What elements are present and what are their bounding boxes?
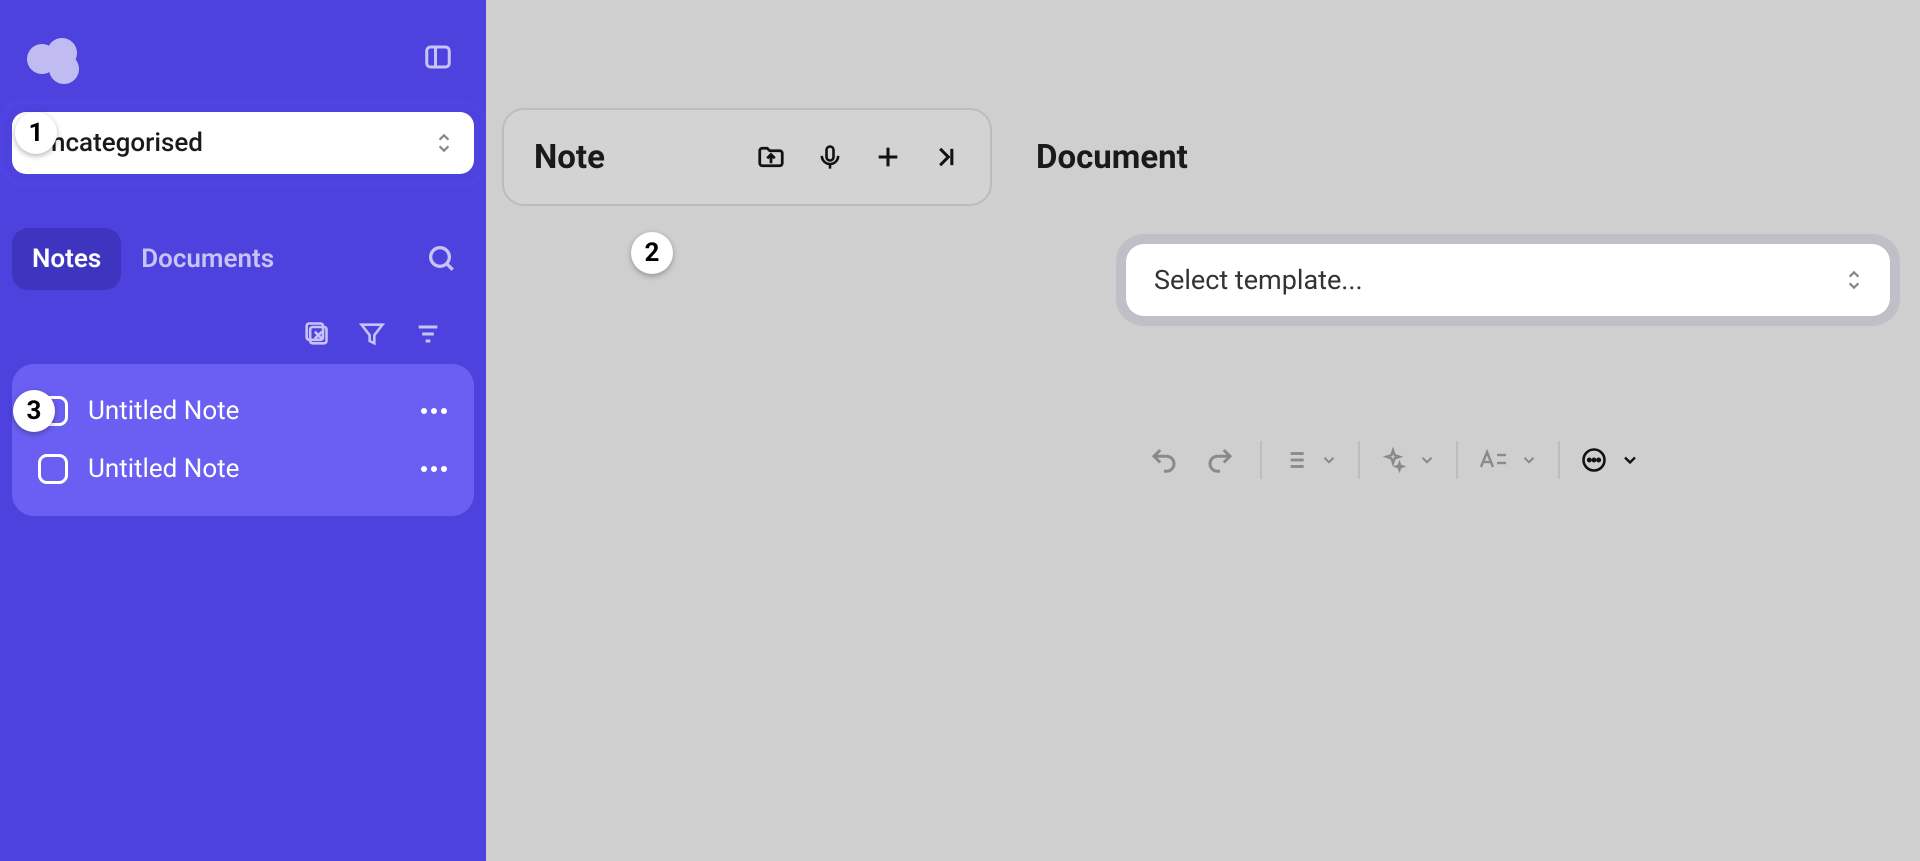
toolbar-divider — [1558, 441, 1560, 479]
chevron-down-icon — [1620, 450, 1640, 470]
note-panel-header: Note — [502, 108, 992, 206]
toolbar-divider — [1456, 441, 1458, 479]
callout-badge-3: 3 — [13, 390, 55, 432]
chevron-updown-icon — [1846, 269, 1862, 291]
list-style-button[interactable] — [1276, 434, 1344, 486]
more-options-button[interactable] — [1574, 434, 1646, 486]
sort-icon — [414, 320, 442, 348]
sidebar: Uncategorised Notes Documents — [0, 0, 486, 861]
note-item[interactable]: Untitled Note — [20, 440, 466, 498]
more-horizontal-icon — [420, 407, 448, 415]
sidebar-tabs: Notes Documents — [12, 228, 474, 290]
toolbar-divider — [1358, 441, 1360, 479]
app-logo — [26, 28, 84, 86]
add-note-button[interactable] — [874, 143, 902, 171]
collapse-note-button[interactable] — [932, 143, 960, 171]
note-panel-title: Note — [534, 138, 605, 177]
main-area: Note Document Select template... — [486, 0, 1920, 861]
folder-up-icon — [756, 142, 786, 172]
callout-badge-2: 2 — [631, 232, 673, 274]
chevron-updown-icon — [436, 132, 452, 154]
redo-button[interactable] — [1194, 434, 1246, 486]
main-topbar — [486, 0, 1920, 108]
ai-button[interactable] — [1374, 434, 1442, 486]
list-icon — [1282, 447, 1308, 473]
more-horizontal-icon — [420, 465, 448, 473]
archive-button[interactable] — [302, 320, 330, 348]
note-checkbox[interactable] — [38, 454, 68, 484]
template-placeholder: Select template... — [1154, 264, 1363, 296]
funnel-icon — [358, 320, 386, 348]
note-item[interactable]: Untitled Note — [20, 382, 466, 440]
note-more-button[interactable] — [420, 465, 448, 473]
template-dropdown[interactable]: Select template... — [1126, 244, 1890, 316]
notes-list: Untitled Note Untitled Note — [12, 364, 474, 516]
note-title: Untitled Note — [88, 396, 239, 426]
chevron-down-icon — [1520, 451, 1538, 469]
category-dropdown[interactable]: Uncategorised — [12, 112, 474, 174]
toolbar-divider — [1260, 441, 1262, 479]
tab-documents[interactable]: Documents — [121, 228, 294, 290]
archive-icon — [302, 320, 330, 348]
document-panel-title: Document — [1036, 138, 1188, 177]
redo-icon — [1205, 445, 1235, 475]
tab-notes[interactable]: Notes — [12, 228, 121, 290]
undo-button[interactable] — [1138, 434, 1190, 486]
microphone-icon — [816, 142, 844, 172]
category-selected-label: Uncategorised — [34, 128, 203, 158]
export-note-button[interactable] — [756, 142, 786, 172]
editor-toolbar — [1138, 434, 1646, 486]
sort-button[interactable] — [414, 320, 442, 348]
collapse-sidebar-button[interactable] — [416, 35, 460, 79]
note-list-toolbar — [12, 290, 474, 358]
plus-icon — [874, 143, 902, 171]
note-more-button[interactable] — [420, 407, 448, 415]
search-icon — [426, 243, 458, 275]
search-button[interactable] — [416, 233, 468, 285]
chevron-down-icon — [1418, 451, 1436, 469]
note-title: Untitled Note — [88, 454, 239, 484]
sparkle-icon — [1380, 447, 1406, 473]
chevron-down-icon — [1320, 451, 1338, 469]
text-style-button[interactable] — [1472, 434, 1544, 486]
filter-button[interactable] — [358, 320, 386, 348]
callout-badge-1: 1 — [15, 112, 57, 154]
record-audio-button[interactable] — [816, 142, 844, 172]
undo-icon — [1149, 445, 1179, 475]
more-circle-icon — [1580, 446, 1608, 474]
panel-left-icon — [423, 42, 453, 72]
document-panel-header: Document — [1006, 108, 1920, 206]
text-style-icon — [1478, 447, 1508, 473]
chevron-last-icon — [932, 143, 960, 171]
